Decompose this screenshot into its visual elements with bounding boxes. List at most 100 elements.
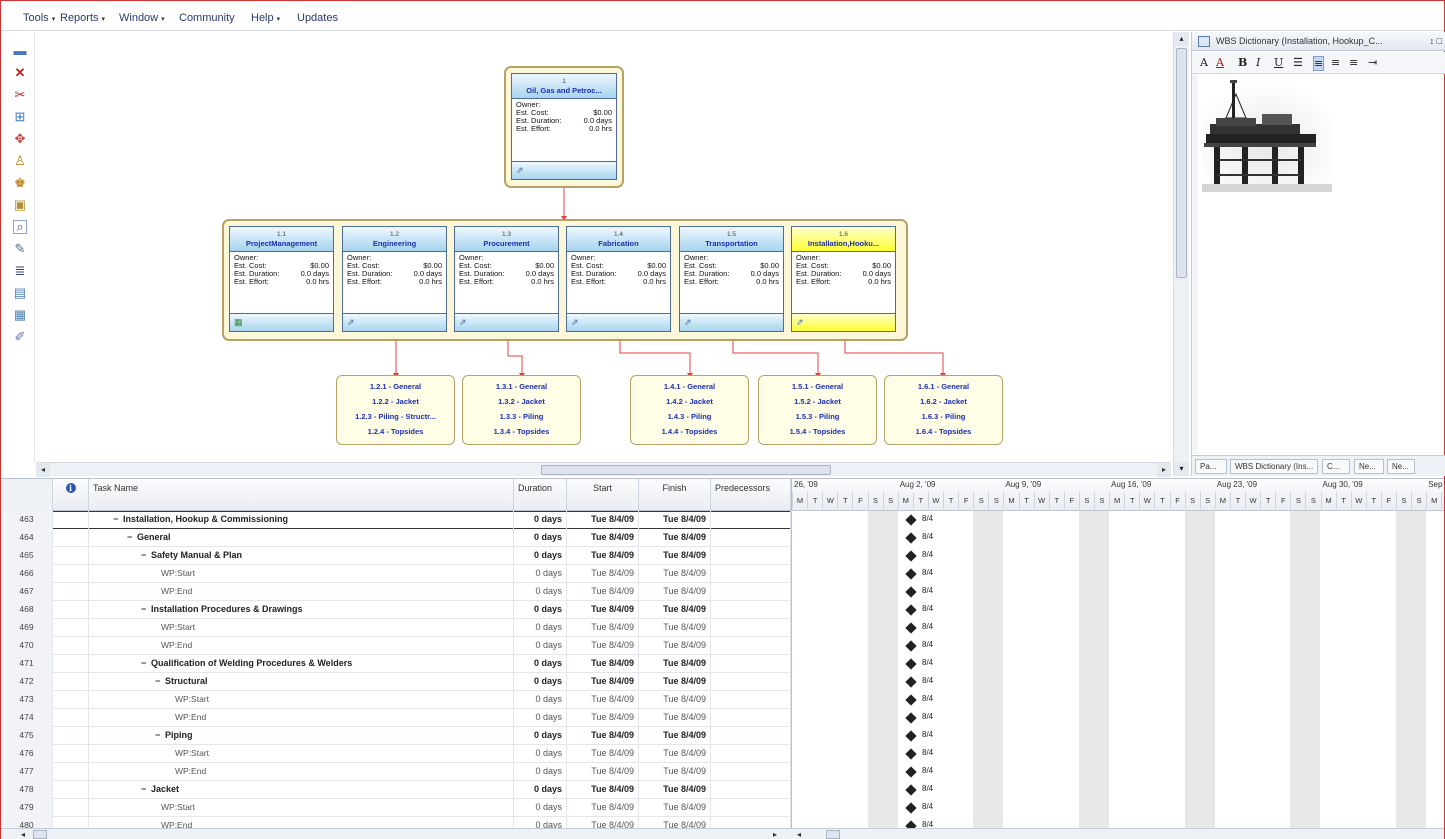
finish-cell[interactable]: Tue 8/4/09 [639,637,711,655]
menu-updates[interactable]: Updates [297,12,338,24]
wbs-list-item[interactable]: 1.4.1 - General [631,379,748,394]
task-name-cell[interactable]: − Qualification of Welding Procedures & W… [89,655,514,673]
task-name-cell[interactable]: WP:Start [89,799,514,817]
collapse-toggle-icon[interactable]: − [141,601,151,618]
wbs-card-fabrication[interactable]: 1.4 Fabrication Owner: Est. Cost: $0.00 Est. … [566,226,671,332]
finish-cell[interactable]: Tue 8/4/09 [639,547,711,565]
duration-cell[interactable]: 0 days [514,709,567,727]
group-icon[interactable]: ♚ [13,176,27,190]
start-cell[interactable]: Tue 8/4/09 [567,565,639,583]
collapse-toggle-icon[interactable]: − [155,727,165,744]
folder-icon[interactable]: ▣ [13,198,27,212]
predecessors-cell[interactable] [711,763,791,781]
wbs-list-item[interactable]: 1.6.1 - General [885,379,1002,394]
scroll-up-arrow-icon[interactable]: ▴ [1174,32,1189,46]
properties-icon[interactable]: ✐ [13,330,27,344]
task-name-cell[interactable]: − Safety Manual & Plan [89,547,514,565]
milestone-diamond-icon[interactable] [905,514,917,526]
panel-tab[interactable]: Pa... [1195,459,1227,474]
start-cell[interactable]: Tue 8/4/09 [567,583,639,601]
start-cell[interactable]: Tue 8/4/09 [567,745,639,763]
milestone-diamond-icon[interactable] [905,712,917,724]
predecessors-cell[interactable] [711,745,791,763]
finish-cell[interactable]: Tue 8/4/09 [639,727,711,745]
panel-tab[interactable]: Ne... [1354,459,1384,474]
panel-tab[interactable]: C... [1322,459,1350,474]
table-row[interactable]: 464− General 0 days Tue 8/4/09 Tue 8/4/09 [1,529,791,547]
duration-cell[interactable]: 0 days [514,511,567,529]
duration-cell[interactable]: 0 days [514,691,567,709]
zoom-icon[interactable]: ⌕ [13,220,27,234]
start-cell[interactable]: Tue 8/4/09 [567,817,639,828]
collapse-toggle-icon[interactable]: − [141,655,151,672]
duration-cell[interactable]: 0 days [514,529,567,547]
duration-cell[interactable]: 0 days [514,781,567,799]
grid-scroll-thumb[interactable] [33,830,47,839]
wbs-list-item[interactable]: 1.4.2 - Jacket [631,394,748,409]
task-name-header[interactable]: Task Name [89,479,514,511]
gantt-scroll-left-arrow-icon[interactable]: ◂ [797,829,801,839]
bottom-scrollbars[interactable]: ◂ ▸ ◂ [1,828,1444,839]
duration-cell[interactable]: 0 days [514,763,567,781]
start-cell[interactable]: Tue 8/4/09 [567,709,639,727]
milestone-diamond-icon[interactable] [905,802,917,814]
start-cell[interactable]: Tue 8/4/09 [567,655,639,673]
finish-cell[interactable]: Tue 8/4/09 [639,655,711,673]
table-icon[interactable]: ▦ [13,308,27,322]
predecessors-cell[interactable] [711,529,791,547]
table-row[interactable]: 475− Piping 0 days Tue 8/4/09 Tue 8/4/09 [1,727,791,745]
table-row[interactable]: 478− Jacket 0 days Tue 8/4/09 Tue 8/4/09 [1,781,791,799]
start-cell[interactable]: Tue 8/4/09 [567,673,639,691]
link-icon[interactable]: ⇗ [516,165,527,176]
link-icon[interactable]: ⇗ [684,317,695,328]
scroll-right-arrow-icon[interactable]: ▸ [773,829,777,839]
wbs-list-item[interactable]: 1.4.4 - Topsides [631,424,748,439]
finish-header[interactable]: Finish [639,479,711,511]
predecessors-cell[interactable] [711,781,791,799]
milestone-diamond-icon[interactable] [905,730,917,742]
table-row[interactable]: 473 WP:Start 0 days Tue 8/4/09 Tue 8/4/09 [1,691,791,709]
start-cell[interactable]: Tue 8/4/09 [567,637,639,655]
highlight-icon[interactable]: A [1216,56,1224,69]
task-name-cell[interactable]: WP:Start [89,745,514,763]
wbs-level2-list[interactable]: 1.5.1 - General 1.5.2 - Jacket 1.5.3 - Pil… [758,375,877,445]
italic-icon[interactable]: I [1256,56,1260,69]
milestone-diamond-icon[interactable] [905,658,917,670]
wbs-list-item[interactable]: 1.2.2 - Jacket [337,394,454,409]
milestone-diamond-icon[interactable] [905,694,917,706]
wbs-root-node[interactable]: 1 Oil, Gas and Petroc... Owner: Est. Cos… [504,66,624,188]
wbs-list-item[interactable]: 1.6.4 - Topsides [885,424,1002,439]
finish-cell[interactable]: Tue 8/4/09 [639,817,711,828]
chart-vertical-scrollbar[interactable]: ▴ ▾ [1173,32,1189,476]
table-row[interactable]: 470 WP:End 0 days Tue 8/4/09 Tue 8/4/09 [1,637,791,655]
finish-cell[interactable]: Tue 8/4/09 [639,763,711,781]
table-row[interactable]: 477 WP:End 0 days Tue 8/4/09 Tue 8/4/09 [1,763,791,781]
link-icon[interactable]: ⇗ [796,317,807,328]
menu-community[interactable]: Community [179,12,235,24]
scissors-icon[interactable]: ✂ [13,88,27,102]
bold-icon[interactable]: B [1238,56,1247,69]
wbs-list-item[interactable]: 1.5.3 - Piling [759,409,876,424]
finish-cell[interactable]: Tue 8/4/09 [639,691,711,709]
menu-tools[interactable]: Tools ▾ [23,12,55,24]
start-cell[interactable]: Tue 8/4/09 [567,763,639,781]
menu-help[interactable]: Help ▾ [251,12,280,24]
table-row[interactable]: 466 WP:Start 0 days Tue 8/4/09 Tue 8/4/09 [1,565,791,583]
predecessors-cell[interactable] [711,601,791,619]
edit-icon[interactable]: ✎ [13,242,27,256]
start-header[interactable]: Start [567,479,639,511]
duration-cell[interactable]: 0 days [514,619,567,637]
finish-cell[interactable]: Tue 8/4/09 [639,745,711,763]
start-cell[interactable]: Tue 8/4/09 [567,799,639,817]
table-row[interactable]: 465− Safety Manual & Plan 0 days Tue 8/4/09… [1,547,791,565]
wbs-level2-list[interactable]: 1.6.1 - General 1.6.2 - Jacket 1.6.3 - Pil… [884,375,1003,445]
link-icon[interactable]: ⇗ [459,317,470,328]
scroll-down-arrow-icon[interactable]: ▾ [1174,462,1189,476]
align-left-icon[interactable]: ≡ [1313,56,1325,71]
collapse-toggle-icon[interactable]: − [141,547,151,564]
milestone-diamond-icon[interactable] [905,550,917,562]
table-row[interactable]: 480 WP:End 0 days Tue 8/4/09 Tue 8/4/09 [1,817,791,828]
hierarchy-icon[interactable]: ⊞ [13,110,27,124]
scroll-thumb[interactable] [541,465,831,475]
duration-cell[interactable]: 0 days [514,655,567,673]
